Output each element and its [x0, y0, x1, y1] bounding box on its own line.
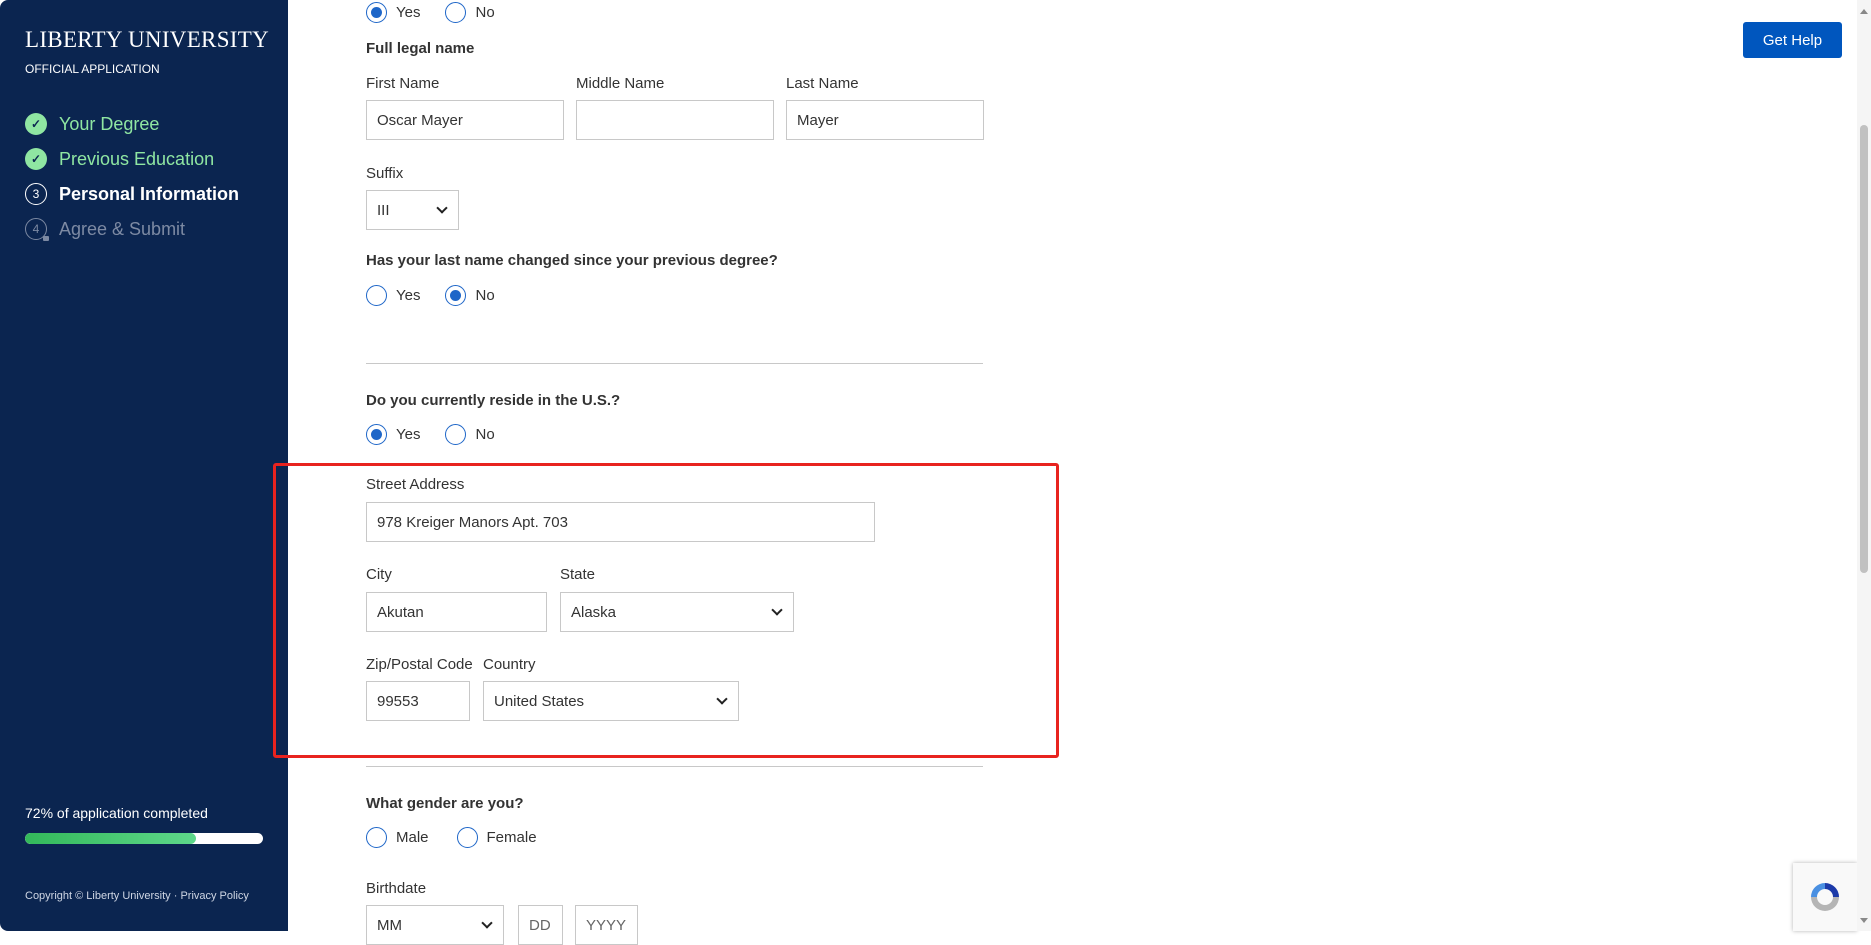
lock-icon	[43, 236, 49, 241]
street-address-label: Street Address	[366, 476, 465, 493]
check-icon: ✓	[25, 113, 47, 135]
step-number-icon: 4	[25, 218, 49, 241]
name-changed-question: Has your last name changed since your pr…	[366, 252, 778, 269]
step-label: Previous Education	[59, 148, 215, 169]
progress-bar	[25, 833, 263, 844]
radio-label: No	[475, 287, 495, 304]
street-address-input[interactable]: 978 Kreiger Manors Apt. 703	[366, 502, 875, 542]
country-select[interactable]: United States	[483, 681, 739, 721]
state-value: Alaska	[571, 603, 617, 621]
liberty-university-logo: LIBERTY UNIVERSITY	[25, 27, 270, 52]
zip-label: Zip/Postal Code	[366, 656, 473, 673]
divider	[366, 363, 983, 364]
step-agree-submit: 4 Agree & Submit	[25, 215, 185, 243]
radio-label: No	[475, 4, 495, 21]
official-application-label: OFFICIAL APPLICATION	[25, 62, 160, 76]
radio-male[interactable]: Male	[366, 827, 429, 848]
step-label: Personal Information	[59, 183, 240, 204]
middle-name-label: Middle Name	[576, 75, 665, 92]
radio-yes[interactable]: Yes	[366, 285, 420, 306]
month-placeholder: MM	[377, 917, 402, 934]
step-personal-information[interactable]: 3 Personal Information	[25, 180, 239, 208]
check-icon: ✓	[25, 148, 47, 170]
gender-question: What gender are you?	[366, 795, 524, 812]
radio-button[interactable]	[366, 827, 387, 848]
reside-us-question: Do you currently reside in the U.S.?	[366, 392, 621, 409]
radio-button[interactable]	[445, 285, 467, 306]
radio-button[interactable]	[456, 827, 478, 848]
step-previous-education[interactable]: ✓ Previous Education	[25, 145, 214, 173]
privacy-policy-link[interactable]: Privacy Policy	[180, 890, 248, 902]
top-radio-group: Yes No	[366, 2, 520, 23]
country-label: Country	[483, 656, 536, 673]
radio-label: Female	[486, 829, 537, 846]
birth-day-input[interactable]: DD	[518, 905, 563, 945]
birth-year-input[interactable]: YYYY	[575, 905, 638, 945]
radio-button[interactable]	[366, 285, 387, 306]
country-value: United States	[494, 692, 585, 710]
radio-button[interactable]	[445, 424, 467, 445]
gender-radio-group: Male Female	[366, 827, 562, 848]
suffix-select[interactable]: III	[366, 190, 459, 230]
radio-yes[interactable]: Yes	[366, 424, 420, 445]
radio-button[interactable]	[366, 424, 387, 445]
birthdate-label: Birthdate	[366, 880, 427, 897]
suffix-label: Suffix	[366, 165, 404, 182]
sidebar: LIBERTY UNIVERSITY OFFICIAL APPLICATION …	[0, 0, 288, 931]
birth-month-select[interactable]: MM	[366, 905, 504, 945]
radio-no[interactable]: No	[445, 285, 495, 306]
radio-female[interactable]: Female	[456, 827, 537, 848]
chevron-down-icon	[436, 202, 448, 214]
get-help-button[interactable]: Get Help	[1743, 22, 1842, 58]
first-name-input[interactable]: Oscar Mayer	[366, 100, 564, 140]
middle-name-input[interactable]	[576, 100, 774, 140]
footer: Copyright © Liberty University · Privacy…	[25, 890, 249, 902]
reside-us-radio-group: Yes No	[366, 424, 520, 445]
step-your-degree[interactable]: ✓ Your Degree	[25, 110, 159, 138]
radio-yes[interactable]: Yes	[366, 2, 420, 23]
recaptcha-icon	[1811, 883, 1839, 911]
scrollbar-thumb[interactable]	[1860, 125, 1868, 573]
last-name-input[interactable]: Mayer	[786, 100, 984, 140]
radio-label: Yes	[396, 426, 421, 443]
scroll-down-arrow-icon[interactable]	[1860, 918, 1868, 923]
step-label: Your Degree	[59, 113, 160, 134]
progress-fill	[25, 833, 197, 844]
state-select[interactable]: Alaska	[560, 592, 794, 632]
recaptcha-badge[interactable]	[1793, 863, 1857, 931]
radio-button[interactable]	[366, 2, 387, 23]
chevron-down-icon	[771, 604, 783, 616]
zip-input[interactable]: 99553	[366, 681, 470, 721]
separator: ·	[170, 890, 181, 902]
chevron-down-icon	[716, 693, 728, 705]
city-input[interactable]: Akutan	[366, 592, 547, 632]
step-number-icon: 3	[25, 183, 47, 205]
chevron-down-icon	[481, 917, 493, 929]
radio-label: Male	[396, 829, 429, 846]
city-label: City	[366, 566, 392, 583]
step-label: Agree & Submit	[59, 218, 186, 239]
progress-text: 72% of application completed	[25, 805, 208, 821]
divider	[366, 766, 983, 767]
radio-label: No	[475, 426, 495, 443]
radio-label: Yes	[396, 287, 421, 304]
name-changed-radio-group: Yes No	[366, 285, 520, 306]
state-label: State	[560, 566, 596, 583]
radio-label: Yes	[396, 4, 421, 21]
radio-no[interactable]: No	[445, 2, 495, 23]
suffix-value: III	[377, 201, 390, 219]
copyright-text: Copyright © Liberty University	[25, 890, 171, 902]
full-legal-name-heading: Full legal name	[366, 40, 475, 57]
first-name-label: First Name	[366, 75, 440, 92]
last-name-label: Last Name	[786, 75, 859, 92]
radio-no[interactable]: No	[445, 424, 495, 445]
radio-button[interactable]	[445, 2, 467, 23]
scroll-up-arrow-icon[interactable]	[1860, 9, 1868, 14]
